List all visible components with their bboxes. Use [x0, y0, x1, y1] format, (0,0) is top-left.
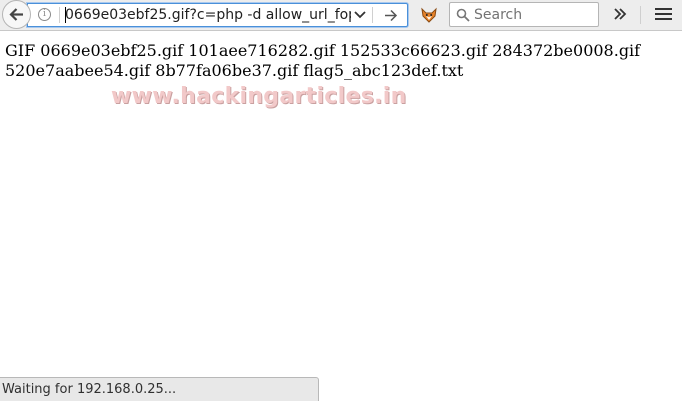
content-line-2: 520e7aabee54.gif 8b77fa06be37.gif flag5_… — [5, 61, 464, 80]
search-box[interactable] — [449, 2, 599, 27]
back-arrow-icon — [9, 8, 23, 21]
text-caret — [65, 7, 66, 23]
content-line-1: GIF 0669e03ebf25.gif 101aee716282.gif 15… — [5, 41, 641, 60]
page-content: GIF 0669e03ebf25.gif 101aee716282.gif 15… — [5, 41, 677, 81]
watermark: www.hackingarticles.in — [111, 84, 407, 109]
hamburger-menu-icon[interactable] — [655, 7, 672, 21]
url-input[interactable]: 0669e03ebf25.gif?c=php -d allow_url_fope… — [65, 6, 351, 24]
toolbar-separator — [640, 6, 641, 24]
go-separator — [372, 7, 373, 23]
browser-toolbar: i 0669e03ebf25.gif?c=php -d allow_url_fo… — [0, 0, 682, 31]
search-icon — [456, 8, 470, 22]
url-bar[interactable]: i 0669e03ebf25.gif?c=php -d allow_url_fo… — [27, 3, 408, 27]
go-arrow-icon[interactable] — [384, 9, 398, 22]
double-chevron-icon[interactable] — [613, 7, 627, 21]
chevron-down-icon[interactable] — [354, 10, 366, 20]
fox-icon[interactable] — [419, 5, 439, 25]
back-button[interactable] — [2, 0, 31, 29]
info-icon[interactable]: i — [38, 8, 51, 21]
search-input[interactable] — [474, 5, 592, 24]
status-bar: Waiting for 192.168.0.25... — [0, 377, 319, 401]
url-separator — [59, 7, 60, 23]
